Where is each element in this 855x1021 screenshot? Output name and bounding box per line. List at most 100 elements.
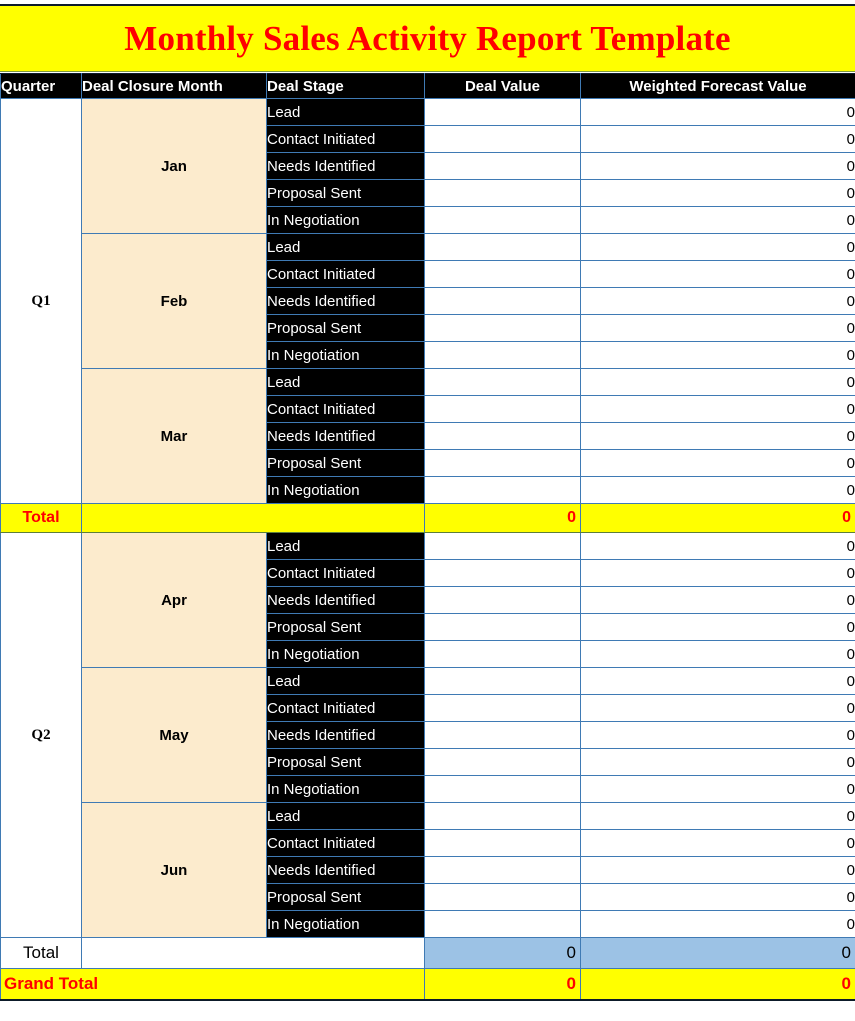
deal-value-cell[interactable]	[424, 98, 581, 126]
deal-value-cell[interactable]	[424, 287, 581, 315]
quarter-total-weighted[interactable]: 0	[580, 503, 855, 533]
deal-value-cell[interactable]	[424, 721, 581, 749]
deal-value-cell[interactable]	[424, 640, 581, 668]
weighted-forecast-cell[interactable]: 0	[580, 613, 855, 641]
weighted-forecast-cell[interactable]: 0	[580, 856, 855, 884]
deal-stage-cell: Contact Initiated	[266, 559, 425, 587]
weighted-forecast-cell[interactable]: 0	[580, 206, 855, 234]
grand-total-deal-value[interactable]: 0	[424, 968, 581, 1001]
weighted-forecast-cell[interactable]: 0	[580, 152, 855, 180]
weighted-forecast-cell[interactable]: 0	[580, 395, 855, 423]
deal-value-cell[interactable]	[424, 125, 581, 153]
deal-value-cell[interactable]	[424, 559, 581, 587]
deal-value-cell[interactable]	[424, 233, 581, 261]
deal-value-cell[interactable]	[424, 341, 581, 369]
weighted-forecast-cell[interactable]: 0	[580, 125, 855, 153]
quarter-total-spacer	[81, 503, 425, 533]
quarter-total-row: Total 0 0	[0, 937, 855, 969]
quarter-label-q1: Q1	[0, 98, 82, 504]
weighted-forecast-cell[interactable]: 0	[580, 314, 855, 342]
deal-stage-cell: Contact Initiated	[266, 395, 425, 423]
deal-value-cell[interactable]	[424, 667, 581, 695]
sales-activity-table: Quarter Deal Closure Month Deal Stage De…	[0, 73, 855, 1001]
deal-value-cell[interactable]	[424, 395, 581, 423]
weighted-forecast-cell[interactable]: 0	[580, 721, 855, 749]
deal-value-cell[interactable]	[424, 152, 581, 180]
weighted-forecast-cell[interactable]: 0	[580, 667, 855, 695]
deal-stage-cell: Proposal Sent	[266, 748, 425, 776]
deal-value-cell[interactable]	[424, 586, 581, 614]
deal-value-cell[interactable]	[424, 802, 581, 830]
deal-stage-cell: Lead	[266, 802, 425, 830]
weighted-forecast-cell[interactable]: 0	[580, 422, 855, 450]
weighted-forecast-cell[interactable]: 0	[580, 883, 855, 911]
weighted-forecast-cell[interactable]: 0	[580, 476, 855, 504]
weighted-forecast-cell[interactable]: 0	[580, 694, 855, 722]
deal-value-cell[interactable]	[424, 422, 581, 450]
deal-stage-cell: In Negotiation	[266, 775, 425, 803]
quarter-total-weighted[interactable]: 0	[580, 937, 855, 969]
deal-value-cell[interactable]	[424, 260, 581, 288]
page-title: Monthly Sales Activity Report Template	[124, 18, 731, 58]
weighted-forecast-cell[interactable]: 0	[580, 910, 855, 938]
month-label-jan: Jan	[81, 98, 267, 234]
quarter-total-deal-value[interactable]: 0	[424, 503, 581, 533]
quarter-total-deal-value[interactable]: 0	[424, 937, 581, 969]
deal-value-cell[interactable]	[424, 829, 581, 857]
table-header-row: Quarter Deal Closure Month Deal Stage De…	[0, 73, 855, 99]
deal-value-cell[interactable]	[424, 748, 581, 776]
weighted-forecast-cell[interactable]: 0	[580, 287, 855, 315]
weighted-forecast-cell[interactable]: 0	[580, 775, 855, 803]
deal-value-cell[interactable]	[424, 179, 581, 207]
weighted-forecast-cell[interactable]: 0	[580, 640, 855, 668]
deal-value-cell[interactable]	[424, 856, 581, 884]
deal-stage-cell: Contact Initiated	[266, 829, 425, 857]
deal-value-cell[interactable]	[424, 449, 581, 477]
deal-stage-cell: In Negotiation	[266, 640, 425, 668]
weighted-forecast-cell[interactable]: 0	[580, 748, 855, 776]
deal-value-cell[interactable]	[424, 206, 581, 234]
deal-value-cell[interactable]	[424, 910, 581, 938]
deal-stage-cell: Contact Initiated	[266, 260, 425, 288]
month-label-mar: Mar	[81, 368, 267, 504]
deal-value-cell[interactable]	[424, 476, 581, 504]
deal-value-cell[interactable]	[424, 314, 581, 342]
deal-value-cell[interactable]	[424, 694, 581, 722]
weighted-forecast-cell[interactable]: 0	[580, 179, 855, 207]
deal-stage-cell: Proposal Sent	[266, 449, 425, 477]
weighted-forecast-cell[interactable]: 0	[580, 829, 855, 857]
weighted-forecast-cell[interactable]: 0	[580, 368, 855, 396]
deal-value-cell[interactable]	[424, 613, 581, 641]
weighted-forecast-cell[interactable]: 0	[580, 98, 855, 126]
weighted-forecast-cell[interactable]: 0	[580, 586, 855, 614]
month-label-feb: Feb	[81, 233, 267, 369]
grand-total-row: Grand Total 0 0	[0, 968, 855, 1001]
quarter-total-label: Total	[0, 937, 82, 969]
deal-stage-cell: Lead	[266, 233, 425, 261]
weighted-forecast-cell[interactable]: 0	[580, 802, 855, 830]
deal-stage-cell: Proposal Sent	[266, 179, 425, 207]
weighted-forecast-cell[interactable]: 0	[580, 559, 855, 587]
deal-value-cell[interactable]	[424, 775, 581, 803]
weighted-forecast-cell[interactable]: 0	[580, 341, 855, 369]
weighted-forecast-cell[interactable]: 0	[580, 449, 855, 477]
deal-value-cell[interactable]	[424, 368, 581, 396]
deal-stage-cell: Lead	[266, 98, 425, 126]
weighted-forecast-cell[interactable]: 0	[580, 532, 855, 560]
deal-stage-cell: Proposal Sent	[266, 883, 425, 911]
deal-stage-cell: Needs Identified	[266, 422, 425, 450]
weighted-forecast-cell[interactable]: 0	[580, 260, 855, 288]
table-row: Jun Lead 0	[1, 802, 855, 938]
deal-stage-cell: In Negotiation	[266, 476, 425, 504]
weighted-forecast-cell[interactable]: 0	[580, 233, 855, 261]
column-header-stage: Deal Stage	[266, 73, 425, 99]
deal-value-cell[interactable]	[424, 883, 581, 911]
month-label-apr: Apr	[81, 532, 267, 668]
column-header-quarter: Quarter	[0, 73, 82, 99]
table-body: Q1 Jan Lead 0 Contact Initiated 0 Needs Identi…	[0, 98, 855, 1001]
deal-value-cell[interactable]	[424, 532, 581, 560]
grand-total-weighted[interactable]: 0	[580, 968, 855, 1001]
deal-stage-cell: Lead	[266, 667, 425, 695]
deal-stage-cell: Lead	[266, 368, 425, 396]
quarter-total-label: Total	[0, 503, 82, 533]
